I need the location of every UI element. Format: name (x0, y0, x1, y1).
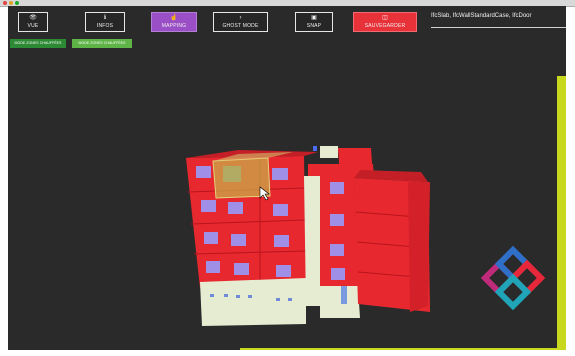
stair-core (304, 176, 320, 306)
close-dot-icon[interactable] (3, 1, 7, 5)
minimize-dot-icon[interactable] (9, 1, 13, 5)
bim-logo-icon (480, 245, 546, 311)
side-accent-strip (557, 76, 566, 350)
building-3d-model[interactable] (8, 6, 566, 350)
3d-viewer[interactable]: 👁 VUE ℹ INFOS ☝ MAPPING › GHOST MODE ▣ S… (8, 6, 566, 350)
maximize-dot-icon[interactable] (15, 1, 19, 5)
roof-stair-block (320, 146, 338, 158)
ground-floor-left (200, 278, 306, 326)
bottom-accent-strip (240, 348, 566, 350)
